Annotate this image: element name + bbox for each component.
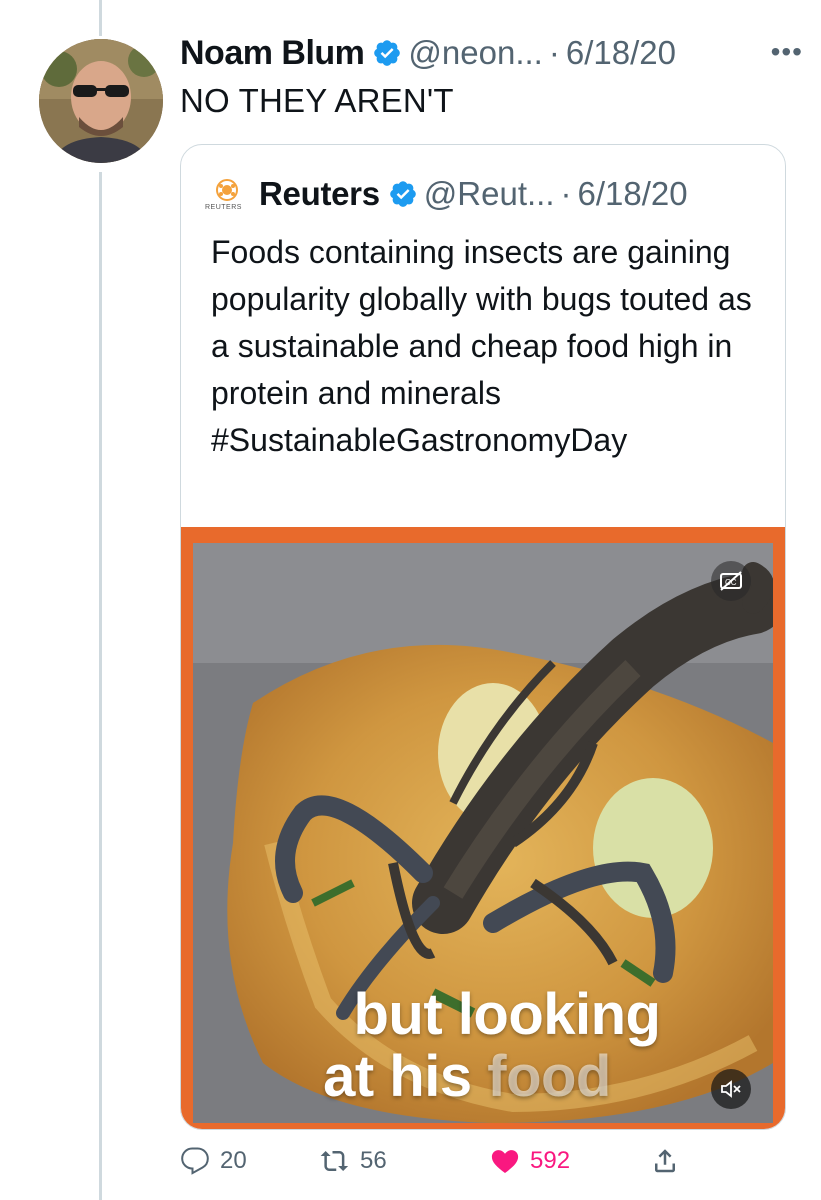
author-name[interactable]: Noam Blum [180,34,365,73]
separator-dot: · [560,175,572,212]
quoted-author-handle[interactable]: @Reut... [424,175,555,213]
video-frame: but looking at his food CC [193,543,773,1123]
video-caption-line-2: at his food [193,1043,757,1110]
retweet-count: 56 [360,1147,387,1174]
quoted-tweet-text: Foods containing insects are gaining pop… [211,234,752,458]
muted-speaker-icon[interactable] [711,1069,751,1109]
verified-badge-icon [389,181,416,207]
tweet-actions: 20 56 592 [180,1146,740,1186]
quoted-tweet-date[interactable]: 6/18/20 [578,175,688,213]
thread-line [99,172,102,1200]
like-button[interactable]: 592 [490,1146,570,1176]
tweet-date[interactable]: 6/18/20 [566,34,676,72]
heart-icon [491,1150,519,1173]
reply-icon [181,1147,209,1175]
author-handle[interactable]: @neon... [408,34,542,72]
avatar[interactable] [39,39,163,163]
video-caption-line-1: but looking [353,982,662,1047]
quoted-author-name[interactable]: Reuters [259,175,380,213]
quoted-tweet-header: REUTERS Reuters @Reut... · 6/18/20 [205,175,688,213]
retweet-button[interactable]: 56 [320,1146,387,1176]
reuters-logo-icon: REUTERS [205,176,245,212]
more-horizontal-icon[interactable]: ••• [771,36,803,68]
tweet-text: NO THEY AREN'T [180,82,454,119]
reply-button[interactable]: 20 [180,1146,247,1176]
share-icon [655,1149,675,1173]
video-caption-line-2-faded: food [487,1044,611,1109]
share-button[interactable] [650,1146,690,1176]
verified-badge-icon [374,40,401,66]
retweet-icon [320,1151,349,1171]
reuters-logo-text: REUTERS [205,204,242,211]
closed-captions-icon[interactable]: CC [711,561,751,601]
video-player[interactable]: but looking at his food CC [181,527,785,1129]
video-caption-line-2-main: at his [323,1044,472,1109]
like-count: 592 [530,1147,571,1174]
reply-count: 20 [220,1147,247,1174]
tweet-header: Noam Blum @neon... · 6/18/20 [180,28,791,78]
separator-dot: · [548,34,560,71]
quoted-tweet[interactable]: REUTERS Reuters @Reut... · 6/18/20 Foods… [180,144,786,1130]
thread-line-top [99,0,102,36]
